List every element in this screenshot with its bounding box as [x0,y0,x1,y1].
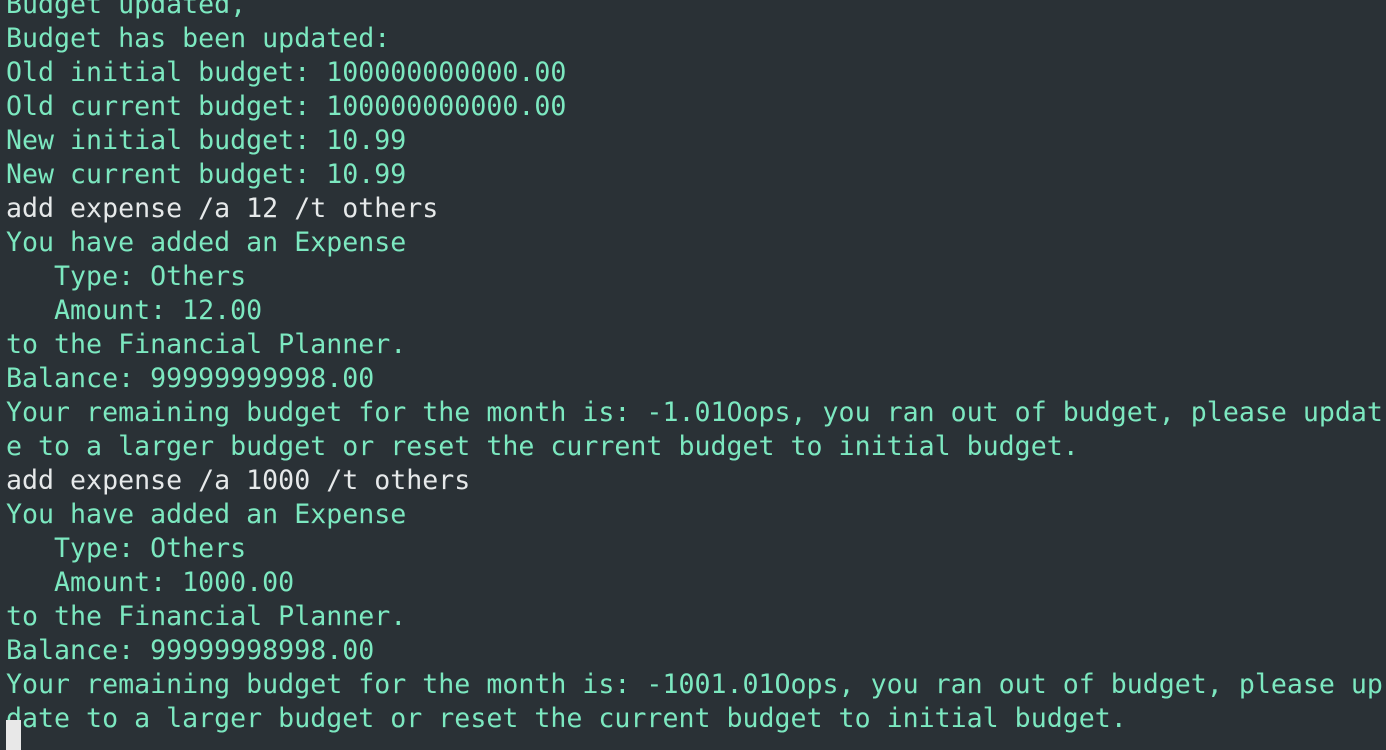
terminal-window[interactable]: Budget updated, Budget has been updated:… [0,0,1386,750]
terminal-line: to the Financial Planner. [6,329,407,360]
terminal-line: You have added an Expense [6,499,407,530]
terminal-line: Budget updated, [6,0,247,20]
terminal-line: Type: Others [6,261,247,292]
terminal-command-line: add expense /a 12 /t others [6,193,439,224]
terminal-output: Budget updated, Budget has been updated:… [6,0,1386,736]
terminal-line: Budget has been updated: [6,23,391,54]
terminal-line: Type: Others [6,533,247,564]
terminal-line: New current budget: 10.99 [6,159,407,190]
terminal-line: New initial budget: 10.99 [6,125,407,156]
terminal-line: e to a larger budget or reset the curren… [6,431,1079,462]
terminal-line: Amount: 1000.00 [6,567,295,598]
text-cursor[interactable] [6,720,21,750]
terminal-line: Balance: 99999998998.00 [6,635,375,666]
terminal-line: Balance: 99999999998.00 [6,363,375,394]
terminal-line: Old current budget: 100000000000.00 [6,91,567,122]
terminal-line: date to a larger budget or reset the cur… [6,703,1127,734]
terminal-line: Amount: 12.00 [6,295,263,326]
terminal-line: Your remaining budget for the month is: … [6,669,1383,700]
terminal-command-line: add expense /a 1000 /t others [6,465,471,496]
terminal-line: Old initial budget: 100000000000.00 [6,57,567,88]
terminal-line: Your remaining budget for the month is: … [6,397,1383,428]
terminal-line: to the Financial Planner. [6,601,407,632]
terminal-line: You have added an Expense [6,227,407,258]
